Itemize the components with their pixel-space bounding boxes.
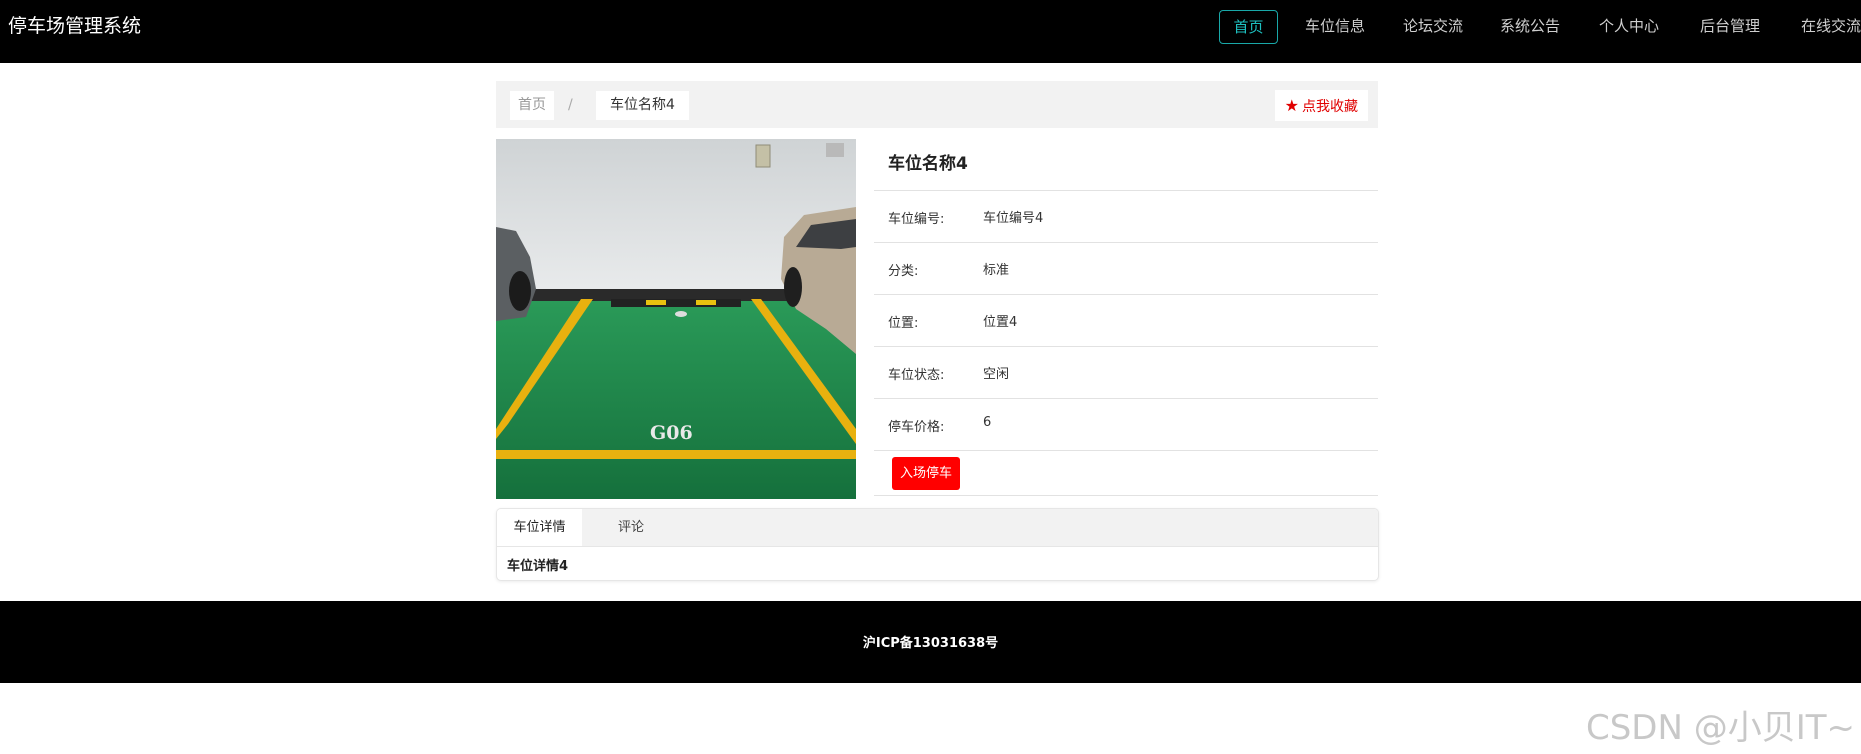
field-row-category: 分类: 标准 (874, 243, 1378, 295)
top-navbar: 停车场管理系统 首页 车位信息 论坛交流 系统公告 个人中心 后台管理 在线交流 (0, 0, 1861, 63)
enter-parking-button[interactable]: 入场停车 (892, 457, 961, 490)
field-value: 车位编号4 (983, 211, 1044, 226)
breadcrumb-separator: / (568, 97, 573, 113)
parking-space-photo: G06 (496, 139, 856, 499)
field-row-number: 车位编号: 车位编号4 (874, 191, 1378, 243)
tab-comments[interactable]: 评论 (606, 509, 656, 546)
parking-detail-panel: 车位名称4 车位编号: 车位编号4 分类: 标准 位置: 位置4 车位状态: 空… (874, 139, 1378, 496)
field-label: 停车价格: (888, 420, 945, 435)
tab-parking-detail[interactable]: 车位详情 (497, 509, 582, 546)
watermark: CSDN @小贝IT~ (1585, 708, 1855, 748)
field-row-location: 位置: 位置4 (874, 295, 1378, 347)
breadcrumb-current: 车位名称4 (596, 91, 689, 120)
site-title[interactable]: 停车场管理系统 (8, 0, 141, 53)
icp-record: 沪ICP备13031638号 (862, 636, 999, 651)
nav-personal-center[interactable]: 个人中心 (1599, 10, 1659, 42)
field-value: 6 (983, 415, 992, 430)
footer: 沪ICP备13031638号 (0, 601, 1861, 683)
nav-online-chat[interactable]: 在线交流 (1801, 10, 1861, 42)
nav-admin[interactable]: 后台管理 (1700, 10, 1760, 42)
nav-announcements[interactable]: 系统公告 (1500, 10, 1560, 42)
detail-tabs: 车位详情 评论 车位详情4 (496, 508, 1379, 581)
star-icon: ★ (1284, 96, 1299, 115)
field-value: 标准 (983, 263, 1010, 278)
breadcrumb-home-link[interactable]: 首页 (510, 91, 554, 120)
nav-forum[interactable]: 论坛交流 (1403, 10, 1463, 42)
field-label: 车位编号: (888, 212, 945, 227)
action-row: 入场停车 (874, 451, 1378, 496)
floor-marking-text: G06 (650, 422, 693, 444)
favorite-label: 点我收藏 (1302, 99, 1358, 115)
nav-parking-info[interactable]: 车位信息 (1305, 10, 1365, 42)
field-row-price: 停车价格: 6 (874, 399, 1378, 451)
field-value: 位置4 (983, 315, 1018, 330)
tab-bar: 车位详情 评论 (497, 509, 1378, 547)
field-label: 车位状态: (888, 368, 945, 383)
favorite-button[interactable]: ★ 点我收藏 (1274, 90, 1368, 121)
parking-photo-illustration: G06 (496, 139, 856, 499)
field-row-status: 车位状态: 空闲 (874, 347, 1378, 399)
tab-content: 车位详情4 (507, 559, 569, 574)
field-label: 分类: (888, 264, 919, 279)
breadcrumb: 首页 / 车位名称4 ★ 点我收藏 (496, 81, 1378, 128)
nav-home[interactable]: 首页 (1219, 10, 1278, 44)
parking-title: 车位名称4 (874, 139, 1378, 191)
field-value: 空闲 (983, 367, 1010, 382)
field-label: 位置: (888, 316, 919, 331)
